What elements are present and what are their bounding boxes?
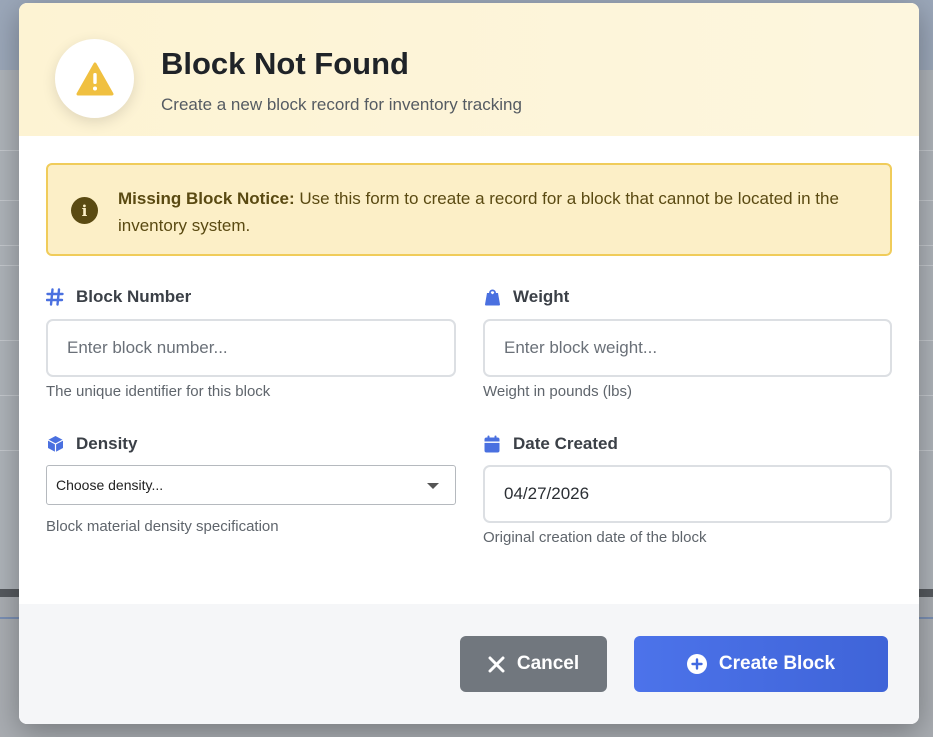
create-block-button[interactable]: Create Block — [634, 636, 888, 692]
block-number-help: The unique identifier for this block — [46, 383, 271, 400]
close-icon — [488, 656, 505, 673]
modal-footer: Cancel Create Block — [19, 604, 919, 724]
notice-heading: Missing Block Notice: — [118, 189, 295, 208]
create-block-modal: Block Not Found Create a new block recor… — [19, 3, 919, 724]
density-select[interactable]: Choose density... — [46, 465, 456, 505]
weight-help: Weight in pounds (lbs) — [483, 383, 632, 400]
block-number-label-text: Block Number — [76, 287, 192, 306]
calendar-icon — [483, 435, 501, 453]
cancel-button[interactable]: Cancel — [460, 636, 607, 692]
weight-label: Weight — [483, 287, 569, 307]
cancel-button-label: Cancel — [516, 653, 580, 674]
density-help: Block material density specification — [46, 518, 279, 535]
warning-badge — [55, 39, 134, 118]
notice-text: Missing Block Notice: Use this form to c… — [118, 185, 878, 239]
block-number-input[interactable]: Enter block number... — [46, 319, 456, 377]
modal-header: Block Not Found Create a new block recor… — [19, 3, 919, 136]
chevron-down-icon — [427, 483, 439, 489]
weight-label-text: Weight — [513, 287, 570, 306]
missing-block-notice: i Missing Block Notice: Use this form to… — [46, 163, 892, 256]
density-selected-value: Choose density... — [56, 477, 164, 493]
cube-icon — [46, 435, 64, 453]
modal-title: Block Not Found — [161, 46, 409, 81]
density-label-text: Density — [76, 434, 138, 453]
date-created-label: Date Created — [483, 434, 618, 454]
density-label: Density — [46, 434, 137, 454]
date-created-input[interactable]: 04/27/2026 — [483, 465, 892, 523]
hash-icon — [46, 288, 64, 306]
date-created-help: Original creation date of the block — [483, 529, 707, 546]
modal-subtitle: Create a new block record for inventory … — [161, 95, 522, 114]
plus-circle-icon — [686, 654, 707, 674]
block-number-label: Block Number — [46, 287, 191, 307]
weight-input[interactable]: Enter block weight... — [483, 319, 892, 377]
date-created-label-text: Date Created — [513, 434, 618, 453]
warning-icon — [76, 62, 113, 95]
info-icon: i — [71, 197, 98, 224]
create-block-button-label: Create Block — [718, 653, 836, 674]
weight-icon — [483, 288, 501, 306]
